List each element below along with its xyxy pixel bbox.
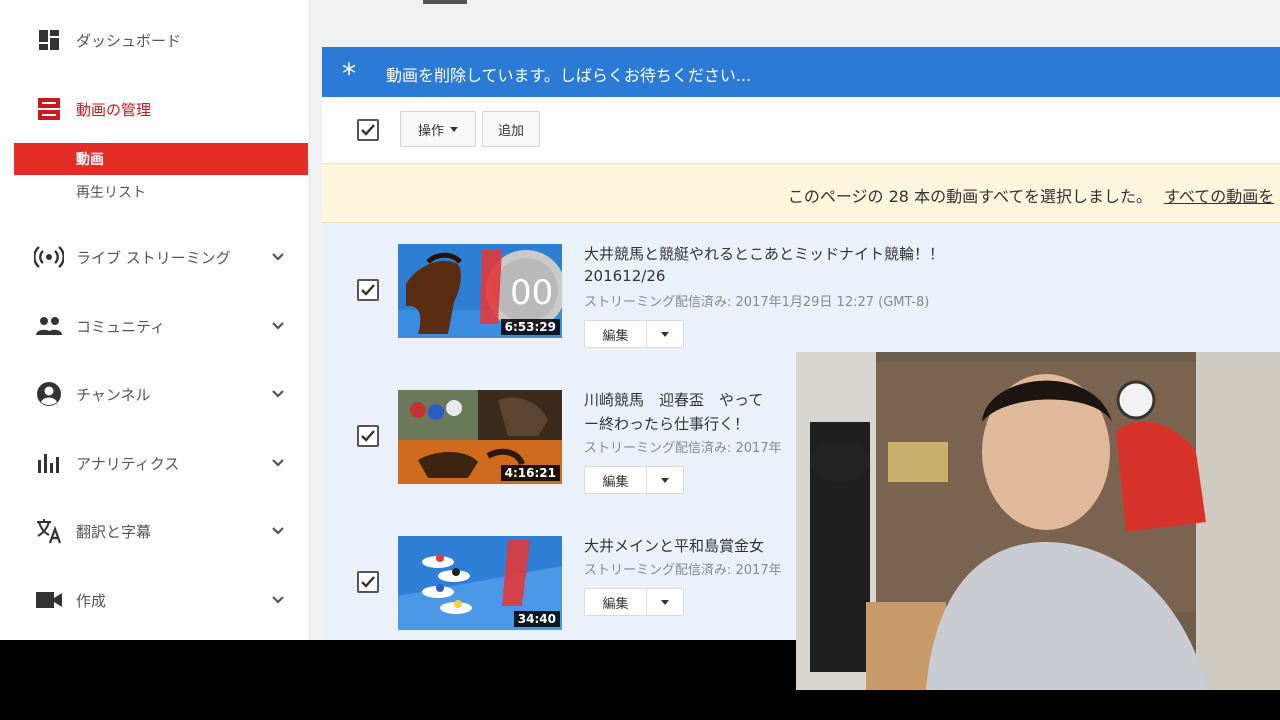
video-checkbox[interactable]	[357, 279, 379, 301]
sidebar-item-community[interactable]: コミュニティ	[0, 306, 310, 346]
caret-down-icon	[661, 331, 669, 337]
video-title[interactable]: 大井メインと平和島賞金女	[584, 535, 764, 556]
chevron-down-icon[interactable]	[266, 382, 290, 406]
sidebar-item-translations[interactable]: 翻訳と字幕	[0, 511, 310, 551]
video-title-line2: 201612/26	[584, 267, 666, 285]
sidebar-subitem-playlists[interactable]: 再生リスト	[14, 176, 308, 208]
caret-down-icon	[661, 599, 669, 605]
sidebar-subitem-label: 再生リスト	[76, 185, 146, 201]
sidebar-item-create[interactable]: 作成	[0, 580, 310, 620]
edit-button-group: 編集	[584, 320, 684, 348]
translate-icon	[34, 516, 64, 546]
chevron-down-icon[interactable]	[266, 519, 290, 543]
tab-indicator	[423, 0, 467, 4]
edit-button-group: 編集	[584, 466, 684, 494]
edit-dropdown[interactable]	[647, 467, 683, 493]
add-button[interactable]: 追加	[482, 111, 540, 147]
list-toolbar: 操作 追加	[322, 97, 1280, 163]
deleting-banner: * 動画を削除しています。しばらくお待ちください...	[322, 47, 1280, 97]
video-status: ストリーミング配信済み: 2017年	[584, 441, 782, 456]
asterisk-icon: *	[342, 57, 356, 90]
edit-button-group: 編集	[584, 588, 684, 616]
top-strip	[320, 0, 1280, 46]
video-status: ストリーミング配信済み: 2017年	[584, 563, 782, 578]
people-icon	[34, 311, 64, 341]
sidebar-subitem-label: 動画	[76, 152, 104, 168]
video-title-line2: ー終わったら仕事行く！	[584, 415, 750, 433]
video-checkbox[interactable]	[357, 425, 379, 447]
check-icon	[361, 576, 375, 588]
chevron-down-icon[interactable]	[266, 314, 290, 338]
edit-button[interactable]: 編集	[585, 467, 647, 493]
sidebar-item-label: 動画の管理	[76, 100, 152, 119]
select-all-videos-link[interactable]: すべての動画を	[1164, 183, 1274, 207]
caret-down-icon	[661, 477, 669, 483]
video-status: ストリーミング配信済み: 2017年1月29日 12:27 (GMT-8)	[584, 295, 930, 310]
select-all-checkbox[interactable]	[357, 119, 379, 141]
sidebar-item-label: 作成	[76, 591, 107, 610]
sidebar-item-analytics[interactable]: アナリティクス	[0, 443, 310, 483]
sidebar-item-label: アナリティクス	[76, 454, 180, 473]
selection-notice-text: このページの 28 本の動画すべてを選択しました。	[787, 187, 1152, 206]
video-duration: 6:53:29	[500, 319, 560, 335]
banner-message: 動画を削除しています。しばらくお待ちください...	[386, 66, 752, 85]
sidebar-item-video-manager[interactable]: 動画の管理	[0, 89, 310, 129]
check-icon	[361, 284, 375, 296]
check-icon	[361, 430, 375, 442]
dashboard-icon	[34, 25, 64, 55]
webcam-overlay	[796, 352, 1280, 690]
sidebar-item-live-streaming[interactable]: ライブ ストリーミング	[0, 237, 310, 277]
sidebar-item-dashboard[interactable]: ダッシュボード	[0, 20, 310, 60]
live-broadcast-icon	[34, 242, 64, 272]
chevron-down-icon[interactable]	[266, 588, 290, 612]
sidebar-item-label: コミュニティ	[76, 317, 166, 336]
bar-chart-icon	[34, 448, 64, 478]
check-icon	[361, 124, 375, 136]
chevron-down-icon[interactable]	[266, 245, 290, 269]
video-duration: 4:16:21	[500, 465, 560, 481]
selection-notice: このページの 28 本の動画すべてを選択しました。 すべての動画を	[322, 163, 1280, 223]
edit-dropdown[interactable]	[647, 321, 683, 347]
actions-label: 操作	[417, 123, 444, 139]
sidebar-item-channel[interactable]: チャンネル	[0, 374, 310, 414]
video-camera-icon	[34, 585, 64, 615]
video-duration: 34:40	[513, 611, 560, 627]
video-title[interactable]: 川崎競馬 迎春盃 やって	[584, 389, 763, 410]
video-manager-icon	[34, 94, 64, 124]
edit-button[interactable]: 編集	[585, 589, 647, 615]
sidebar-item-label: 翻訳と字幕	[76, 522, 152, 541]
sidebar-item-label: チャンネル	[76, 385, 151, 404]
svg-text:00: 00	[510, 273, 553, 313]
video-title[interactable]: 大井競馬と競艇やれるとこあとミッドナイト競輪！！	[584, 243, 944, 264]
chevron-down-icon[interactable]	[266, 451, 290, 475]
add-label: 追加	[497, 123, 524, 139]
edit-dropdown[interactable]	[647, 589, 683, 615]
caret-down-icon	[450, 126, 458, 132]
video-row: 00 6:53:29 大井競馬と競艇やれるとこあとミッドナイト競輪！！ 2016…	[322, 223, 1280, 369]
video-thumbnail[interactable]: 4:16:21	[398, 390, 562, 484]
actions-dropdown-button[interactable]: 操作	[400, 111, 476, 147]
sidebar-item-label: ライブ ストリーミング	[76, 248, 231, 267]
sidebar: ダッシュボード 動画の管理 動画 再生リスト ライブ ストリーミング コミュニテ	[0, 0, 310, 640]
video-checkbox[interactable]	[357, 571, 379, 593]
account-circle-icon	[34, 379, 64, 409]
sidebar-item-label: ダッシュボード	[76, 31, 182, 50]
video-thumbnail[interactable]: 00 6:53:29	[398, 244, 562, 338]
video-thumbnail[interactable]: 34:40	[398, 536, 562, 630]
webcam-person-image	[796, 352, 1280, 690]
edit-button[interactable]: 編集	[585, 321, 647, 347]
sidebar-subitem-videos[interactable]: 動画	[14, 143, 308, 175]
